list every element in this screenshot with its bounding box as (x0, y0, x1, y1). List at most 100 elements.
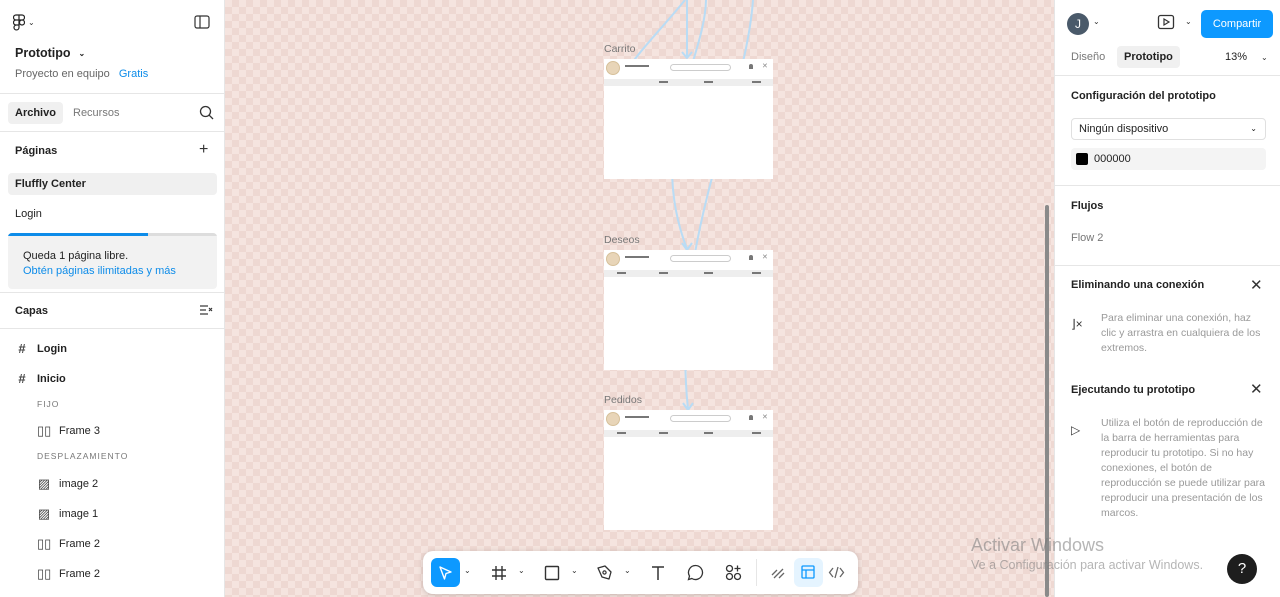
device-value: Ningún dispositivo (1079, 123, 1169, 135)
close-icon: ✕ (762, 414, 768, 421)
frame-navbar (604, 79, 773, 86)
chevron-down-icon: ⌄ (28, 18, 35, 27)
layer-label: Inicio (37, 372, 66, 385)
image-icon: ▨ (37, 476, 51, 491)
layer-image-2[interactable]: ▨ image 2 (37, 476, 98, 492)
text-tool-button[interactable] (643, 558, 672, 587)
right-panel: J ⌄ ⌄ Compartir Diseño Prototipo 13% ⌄ C… (1054, 0, 1280, 597)
chevron-down-icon[interactable]: ⌄ (624, 566, 631, 575)
user-icon (749, 255, 753, 260)
draw-mode-button[interactable] (764, 558, 793, 587)
main-menu-button[interactable]: ⌄ (13, 14, 35, 31)
figma-logo-icon (13, 14, 25, 31)
close-icon[interactable]: ✕ (1250, 278, 1263, 293)
plan-badge[interactable]: Gratis (119, 68, 148, 80)
windows-activation-watermark: Activar Windows (971, 535, 1105, 555)
search-icon[interactable] (199, 105, 214, 123)
chevron-down-icon[interactable]: ⌄ (1093, 17, 1100, 26)
pen-tool-button[interactable] (590, 558, 619, 587)
play-icon (1157, 14, 1175, 30)
remove-connection-title: Eliminando una conexión (1071, 279, 1205, 291)
cursor-icon (438, 565, 452, 580)
layer-image-1[interactable]: ▨ image 1 (37, 506, 98, 522)
help-button[interactable]: ? (1227, 554, 1257, 584)
draw-mode-icon (771, 568, 785, 579)
share-button[interactable]: Compartir (1201, 10, 1273, 38)
frame-brand-text (625, 65, 649, 67)
frame-avatar (606, 412, 620, 426)
sidebar-toggle-icon[interactable] (194, 15, 210, 32)
project-title[interactable]: Prototipo ⌄ (15, 46, 85, 60)
dev-mode-button[interactable] (822, 558, 851, 587)
remove-connection-text: Para eliminar una conexión, haz clic y a… (1101, 312, 1261, 354)
chevron-down-icon[interactable]: ⌄ (571, 566, 578, 575)
chevron-down-icon[interactable]: ⌄ (1185, 17, 1192, 26)
frame-navbar (604, 270, 773, 277)
layers-header: Capas (0, 292, 225, 329)
design-mode-button[interactable] (794, 558, 823, 587)
tab-recursos[interactable]: Recursos (66, 102, 126, 124)
plugins-icon (725, 564, 742, 581)
close-icon[interactable]: ✕ (1250, 382, 1263, 397)
device-select[interactable]: Ningún dispositivo ⌄ (1071, 118, 1266, 140)
add-page-icon[interactable]: + (199, 142, 208, 158)
frame-brand-text (625, 416, 649, 418)
canvas[interactable]: Carrito ✕ Deseos ✕ Pedidos ✕ (225, 0, 1054, 597)
user-avatar[interactable]: J (1067, 13, 1089, 35)
comment-tool-button[interactable] (681, 558, 710, 587)
pen-icon (597, 565, 612, 580)
team-label: Proyecto en equipo (15, 68, 110, 80)
page-item-login[interactable]: Login (8, 203, 217, 225)
frame-label-carrito[interactable]: Carrito (604, 43, 636, 55)
frame-tool-button[interactable] (484, 558, 513, 587)
code-icon (828, 566, 845, 579)
autolayout-icon: ▯▯ (37, 536, 52, 551)
flow-item[interactable]: Flow 2 (1071, 232, 1103, 244)
present-button[interactable] (1157, 13, 1175, 34)
shape-tool-button[interactable] (537, 558, 566, 587)
layer-frame-2[interactable]: ▯▯ Frame 2 (37, 566, 100, 582)
frame-avatar (606, 61, 620, 75)
resources-tool-button[interactable] (719, 558, 748, 587)
rectangle-icon (544, 565, 559, 580)
chevron-down-icon[interactable]: ⌄ (1261, 53, 1268, 62)
tab-prototipo[interactable]: Prototipo (1117, 46, 1180, 68)
upgrade-link[interactable]: Obtén páginas ilimitadas y más (23, 265, 176, 277)
project-subtitle: Proyecto en equipo Gratis (15, 68, 148, 80)
collapse-layers-icon[interactable] (199, 304, 213, 319)
layer-frame-2[interactable]: ▯▯ Frame 2 (37, 536, 100, 552)
quota-text: Queda 1 página libre. (23, 250, 129, 262)
zoom-level[interactable]: 13% (1225, 51, 1247, 63)
disconnect-icon: ⌋× (1071, 317, 1083, 331)
move-tool-button[interactable] (431, 558, 460, 587)
frame-label-deseos[interactable]: Deseos (604, 234, 640, 246)
frame-hash-icon (491, 565, 506, 580)
chevron-down-icon[interactable]: ⌄ (518, 566, 525, 575)
scroll-section-label: DESPLAZAMIENTO (37, 451, 129, 461)
flows-title: Flujos (1071, 200, 1104, 212)
color-swatch[interactable] (1076, 153, 1088, 165)
tab-archivo[interactable]: Archivo (8, 102, 63, 124)
layer-frame-3[interactable]: ▯▯ Frame 3 (37, 423, 100, 439)
layer-inicio[interactable]: # Inicio (15, 371, 66, 386)
page-item-fluffly-center[interactable]: Fluffly Center (8, 173, 217, 195)
frame-avatar (606, 252, 620, 266)
tab-diseno[interactable]: Diseño (1064, 46, 1112, 68)
background-color-field[interactable]: 000000 (1071, 148, 1266, 170)
frame-label-pedidos[interactable]: Pedidos (604, 394, 642, 406)
frame-hash-icon: # (18, 371, 26, 386)
comment-icon (687, 564, 704, 581)
frame-deseos[interactable]: ✕ (604, 250, 773, 370)
frame-carrito[interactable]: ✕ (604, 59, 773, 179)
layer-label: Frame 3 (59, 425, 100, 437)
chevron-down-icon[interactable]: ⌄ (464, 566, 471, 575)
frame-pedidos[interactable]: ✕ (604, 410, 773, 530)
play-icon: ▷ (1071, 423, 1081, 437)
left-tabs: Archivo Recursos (0, 94, 225, 132)
frame-navbar (604, 430, 773, 437)
image-icon: ▨ (37, 506, 51, 521)
layer-login[interactable]: # Login (15, 341, 67, 356)
pages-heading: Páginas (15, 145, 58, 157)
quota-progress-bar (8, 233, 217, 236)
autolayout-icon: ▯▯ (37, 423, 52, 438)
